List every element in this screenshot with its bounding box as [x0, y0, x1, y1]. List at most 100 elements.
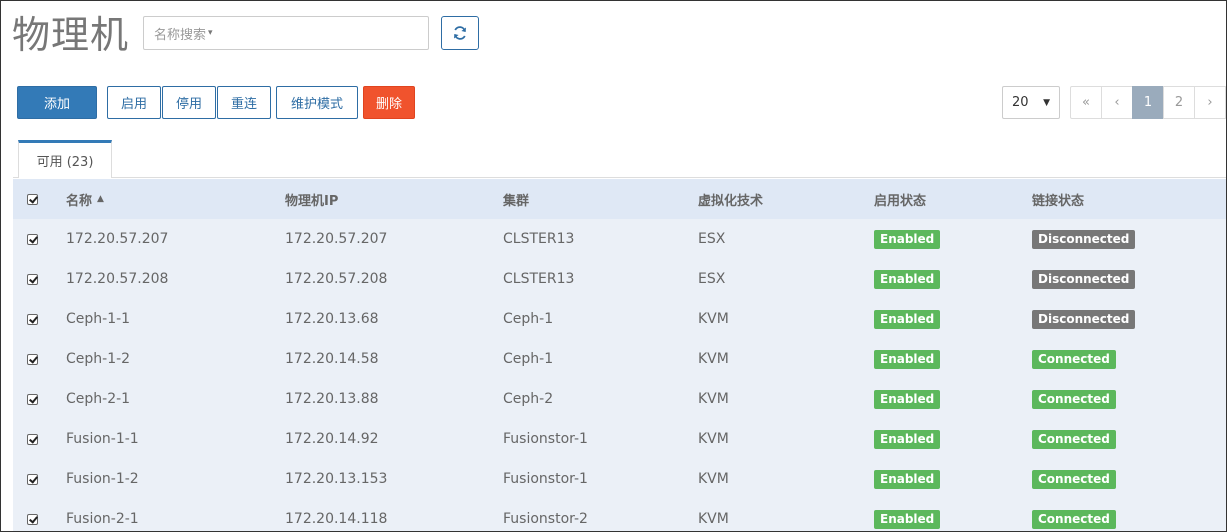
connection-badge: Connected: [1032, 389, 1116, 409]
enable-button[interactable]: 启用: [107, 86, 161, 119]
connection-badge: Disconnected: [1032, 229, 1136, 249]
connection-cell: Connected: [1032, 459, 1116, 499]
row-select-cell: [27, 299, 38, 339]
row-checkbox[interactable]: [27, 433, 38, 445]
row-checkbox[interactable]: [27, 513, 38, 525]
status-badge: Enabled: [874, 349, 941, 369]
host-ip: 172.20.13.88: [285, 391, 379, 407]
table-row[interactable]: Fusion-1-1 172.20.14.92 Fusionstor-1 KVM Ena…: [13, 419, 1226, 459]
status-badge: Enabled: [874, 229, 941, 249]
connection-badge: Disconnected: [1032, 269, 1136, 289]
table-row[interactable]: 172.20.57.207 172.20.57.207 CLSTER13 ESX Ena…: [13, 219, 1226, 259]
prev-page-button[interactable]: ‹: [1101, 86, 1133, 119]
host-virtualization: ESX: [698, 271, 726, 287]
table-row[interactable]: Fusion-2-1 172.20.14.118 Fusionstor-2 KVM En…: [13, 499, 1226, 531]
host-cluster: CLSTER13: [503, 231, 575, 247]
page-1-button[interactable]: 1: [1132, 86, 1164, 119]
col-conn-header[interactable]: 链接状态: [1032, 179, 1084, 219]
search-input[interactable]: 名称搜索 ▾: [143, 16, 429, 50]
status-badge: Enabled: [874, 429, 941, 449]
host-name[interactable]: 172.20.57.207: [66, 219, 168, 259]
table-row[interactable]: Ceph-1-2 172.20.14.58 Ceph-1 KVM Enabled Conn…: [13, 339, 1226, 379]
connection-badge: Connected: [1032, 429, 1116, 449]
chevron-down-icon[interactable]: ▾: [208, 28, 213, 38]
row-checkbox[interactable]: [27, 353, 38, 365]
refresh-icon: [454, 26, 466, 40]
state-cell: Enabled: [874, 459, 941, 499]
host-virtualization: KVM: [698, 471, 729, 487]
col-virt-header[interactable]: 虚拟化技术: [698, 179, 763, 219]
state-cell: Enabled: [874, 379, 941, 419]
select-all-checkbox[interactable]: [27, 193, 38, 205]
host-name[interactable]: Ceph-2-1: [66, 379, 130, 419]
host-name[interactable]: Fusion-1-1: [66, 419, 139, 459]
host-virtualization: KVM: [698, 391, 729, 407]
add-button[interactable]: 添加: [17, 86, 97, 119]
row-checkbox[interactable]: [27, 393, 38, 405]
row-checkbox[interactable]: [27, 273, 38, 285]
state-cell: Enabled: [874, 259, 941, 299]
connection-cell: Disconnected: [1032, 219, 1136, 259]
connection-cell: Disconnected: [1032, 259, 1136, 299]
col-cluster-header[interactable]: 集群: [503, 179, 529, 219]
reconnect-button[interactable]: 重连: [217, 86, 271, 119]
connection-badge: Connected: [1032, 349, 1116, 369]
state-cell: Enabled: [874, 339, 941, 379]
col-name-label: 名称: [66, 193, 93, 209]
connection-badge: Connected: [1032, 469, 1116, 489]
host-name[interactable]: Ceph-1-2: [66, 339, 130, 379]
maintenance-mode-button[interactable]: 维护模式: [276, 86, 358, 119]
row-checkbox[interactable]: [27, 313, 38, 325]
page-size-value: 20: [1012, 95, 1029, 110]
host-virtualization: KVM: [698, 311, 729, 327]
host-name[interactable]: Ceph-1-1: [66, 299, 130, 339]
table-row[interactable]: 172.20.57.208 172.20.57.208 CLSTER13 ESX Ena…: [13, 259, 1226, 299]
select-all-cell: [27, 179, 38, 219]
host-virtualization: KVM: [698, 351, 729, 367]
delete-button[interactable]: 删除: [363, 86, 415, 119]
col-ip-header[interactable]: 物理机IP: [285, 179, 338, 219]
row-select-cell: [27, 419, 38, 459]
disable-button[interactable]: 停用: [162, 86, 216, 119]
page-size-select[interactable]: 20 ▼: [1002, 86, 1060, 119]
connection-badge: Connected: [1032, 509, 1116, 529]
connection-cell: Disconnected: [1032, 299, 1136, 339]
host-cluster: Ceph-1: [503, 351, 554, 367]
page-2-button[interactable]: 2: [1163, 86, 1195, 119]
row-checkbox[interactable]: [27, 233, 38, 245]
tab-available[interactable]: 可用 (23): [18, 140, 112, 178]
search-placeholder: 名称搜索: [154, 27, 207, 43]
sort-asc-icon[interactable]: ▲: [97, 194, 104, 204]
host-name[interactable]: 172.20.57.208: [66, 259, 168, 299]
first-page-button[interactable]: «: [1070, 86, 1102, 119]
host-name[interactable]: Fusion-2-1: [66, 499, 139, 531]
pagination: « ‹ 1 2 ›: [1070, 86, 1226, 119]
table-row[interactable]: Ceph-2-1 172.20.13.88 Ceph-2 KVM Enabled Conn…: [13, 379, 1226, 419]
col-state-header[interactable]: 启用状态: [874, 179, 926, 219]
host-ip: 172.20.14.92: [285, 431, 379, 447]
table-row[interactable]: Ceph-1-1 172.20.13.68 Ceph-1 KVM Enabled Disc…: [13, 299, 1226, 339]
host-ip: 172.20.14.118: [285, 511, 388, 527]
next-page-button[interactable]: ›: [1194, 86, 1226, 119]
state-cell: Enabled: [874, 499, 941, 531]
refresh-button[interactable]: [441, 16, 479, 50]
table-row[interactable]: Fusion-1-2 172.20.13.153 Fusionstor-1 KVM En…: [13, 459, 1226, 499]
table-body: 172.20.57.207 172.20.57.207 CLSTER13 ESX Ena…: [13, 219, 1226, 531]
connection-cell: Connected: [1032, 379, 1116, 419]
state-cell: Enabled: [874, 219, 941, 259]
host-ip: 172.20.14.58: [285, 351, 379, 367]
status-badge: Enabled: [874, 389, 941, 409]
row-select-cell: [27, 379, 38, 419]
chevron-down-icon: ▼: [1043, 97, 1050, 108]
host-cluster: CLSTER13: [503, 271, 575, 287]
row-checkbox[interactable]: [27, 473, 38, 485]
col-name-header[interactable]: 名称 ▲: [66, 179, 104, 219]
page-title: 物理机: [12, 13, 130, 57]
table-header: 名称 ▲ 物理机IP 集群 虚拟化技术 启用状态 链接状态: [13, 179, 1226, 219]
host-name[interactable]: Fusion-1-2: [66, 459, 139, 499]
row-select-cell: [27, 339, 38, 379]
host-virtualization: KVM: [698, 431, 729, 447]
host-cluster: Ceph-1: [503, 311, 554, 327]
connection-cell: Connected: [1032, 419, 1116, 459]
status-badge: Enabled: [874, 509, 941, 529]
